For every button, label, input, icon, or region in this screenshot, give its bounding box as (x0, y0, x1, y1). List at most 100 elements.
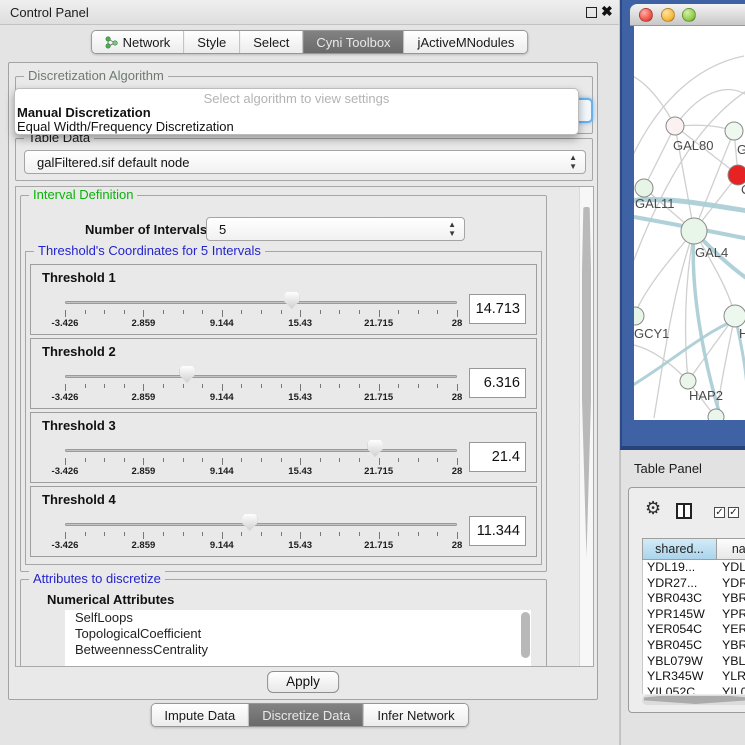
slider-track[interactable] (65, 375, 457, 378)
network-view-window[interactable]: GAL80GACGAL11GAL4GCY1HHAP2 (620, 0, 745, 450)
column-header-name[interactable]: name (717, 538, 745, 560)
settings-vertical-scrollbar[interactable] (579, 187, 593, 666)
tick-mark (163, 458, 164, 462)
network-node[interactable] (724, 305, 745, 327)
split-columns-icon[interactable] (676, 503, 692, 519)
group-title: Interval Definition (29, 187, 137, 202)
threshold-value-field[interactable]: 14.713 (469, 294, 526, 324)
list-scrollbar[interactable] (521, 612, 530, 658)
tick-mark (163, 310, 164, 314)
network-node[interactable] (681, 218, 707, 244)
threshold-panels: Threshold 1-3.4262.8599.14415.4321.71528… (26, 264, 541, 557)
group-title: Attributes to discretize (29, 571, 165, 586)
threshold-label: Threshold 2 (42, 344, 116, 359)
slider-thumb[interactable] (242, 514, 257, 531)
tab-impute-data[interactable]: Impute Data (151, 704, 248, 726)
network-node[interactable] (666, 117, 684, 135)
control-panel: Control Panel ✖ NetworkStyleSelectCyni T… (0, 0, 620, 745)
tick-mark (222, 310, 223, 317)
number-of-intervals-spinner[interactable]: 5 ▲▼ (206, 217, 465, 241)
attribute-item-betweennesscentrality[interactable]: BetweennessCentrality (65, 642, 531, 658)
close-traffic-light-icon[interactable] (639, 8, 653, 22)
tick-mark (437, 458, 438, 462)
slider-track[interactable] (65, 301, 457, 304)
checkbox-checked-icon[interactable]: ✓ (714, 507, 725, 518)
slider-thumb[interactable] (284, 292, 299, 309)
tick-mark (202, 384, 203, 388)
tick-label: 21.715 (364, 318, 393, 329)
tab-infer-network[interactable]: Infer Network (363, 704, 467, 726)
table-row[interactable]: YPR145WYPR145W (643, 607, 745, 623)
cell-name: YIL052C (718, 685, 745, 694)
network-node[interactable] (708, 409, 724, 420)
tick-label: 2.859 (132, 392, 156, 403)
tick-mark (124, 310, 125, 314)
tick-mark (300, 532, 301, 539)
tick-mark (281, 532, 282, 536)
network-node[interactable] (680, 373, 696, 389)
tick-mark (104, 458, 105, 462)
threshold-value-field[interactable]: 21.4 (469, 442, 526, 472)
tab-jactivemnodules[interactable]: jActiveMNodules (404, 31, 528, 53)
tick-mark (437, 532, 438, 536)
minimize-traffic-light-icon[interactable] (661, 8, 675, 22)
table-row[interactable]: YLR345WYLR345W (643, 669, 745, 685)
table-panel-region: Table Panel ⚙ ✓ ✓ shared... name YDL19..… (620, 450, 745, 745)
threshold-value-field[interactable]: 11.344 (469, 516, 526, 546)
checkbox-checked-icon[interactable]: ✓ (728, 507, 739, 518)
tab-cyni-toolbox[interactable]: Cyni Toolbox (302, 31, 403, 53)
zoom-traffic-light-icon[interactable] (682, 8, 696, 22)
tick-label: 15.43 (288, 466, 312, 477)
attribute-item-selfloops[interactable]: SelfLoops (65, 610, 531, 626)
apply-button[interactable]: Apply (267, 671, 339, 693)
scrollbar-thumb[interactable] (644, 696, 745, 704)
table-row[interactable]: YER054CYER054C (643, 622, 745, 638)
tick-mark (124, 458, 125, 462)
tab-discretize-data[interactable]: Discretize Data (248, 704, 363, 726)
tab-network[interactable]: Network (92, 31, 184, 53)
table-horizontal-scrollbar[interactable] (642, 695, 745, 705)
dropdown-option-equal-width-frequency-discretization[interactable]: Equal Width/Frequency Discretization (15, 120, 578, 134)
table-row[interactable]: YBL079WYBL079W (643, 654, 745, 670)
float-window-icon[interactable] (586, 7, 597, 18)
tab-style[interactable]: Style (183, 31, 239, 53)
tick-label: 28 (452, 540, 463, 551)
tick-mark (418, 458, 419, 462)
numerical-attributes-list[interactable]: SelfLoopsTopologicalCoefficientBetweenne… (65, 610, 531, 667)
tab-select[interactable]: Select (239, 31, 302, 53)
network-node[interactable] (634, 307, 644, 325)
table-data-combobox[interactable]: galFiltered.sif default node ▲▼ (24, 150, 586, 174)
tick-mark (85, 384, 86, 388)
node-label: GAL11 (635, 196, 675, 211)
network-node[interactable] (635, 179, 653, 197)
slider-track[interactable] (65, 449, 457, 452)
tick-mark (65, 532, 66, 539)
dropdown-option-manual-discretization[interactable]: Manual Discretization (15, 106, 578, 120)
scrollbar-thumb[interactable] (582, 207, 591, 557)
network-window-titlebar[interactable] (630, 4, 745, 26)
table-row[interactable]: YIL052CYIL052C (643, 685, 745, 694)
tick-mark (398, 384, 399, 388)
table-row[interactable]: YBR043CYBR043C (643, 591, 745, 607)
network-canvas[interactable]: GAL80GACGAL11GAL4GCY1HHAP2 (634, 26, 745, 420)
tick-mark (143, 458, 144, 465)
close-icon[interactable]: ✖ (601, 3, 613, 20)
tick-mark (379, 458, 380, 465)
table-row[interactable]: YBR045CYBR045C (643, 638, 745, 654)
table-row[interactable]: YDR27...YDR27 (643, 576, 745, 592)
table-row[interactable]: YDL19...YDL19 (643, 560, 745, 576)
tab-label: jActiveMNodules (418, 35, 515, 50)
node-label: HAP2 (689, 388, 723, 403)
tick-mark (104, 532, 105, 536)
slider-thumb[interactable] (368, 440, 383, 457)
slider-track[interactable] (65, 523, 457, 526)
tick-mark (320, 310, 321, 314)
attribute-item-topologicalcoefficient[interactable]: TopologicalCoefficient (65, 626, 531, 642)
column-header-shared-name[interactable]: shared... (642, 538, 717, 560)
threshold-value-field[interactable]: 6.316 (469, 368, 526, 398)
gear-icon[interactable]: ⚙ (645, 498, 661, 519)
network-node[interactable] (725, 122, 743, 140)
tick-mark (398, 532, 399, 536)
tick-mark (300, 310, 301, 317)
slider-thumb[interactable] (180, 366, 195, 383)
